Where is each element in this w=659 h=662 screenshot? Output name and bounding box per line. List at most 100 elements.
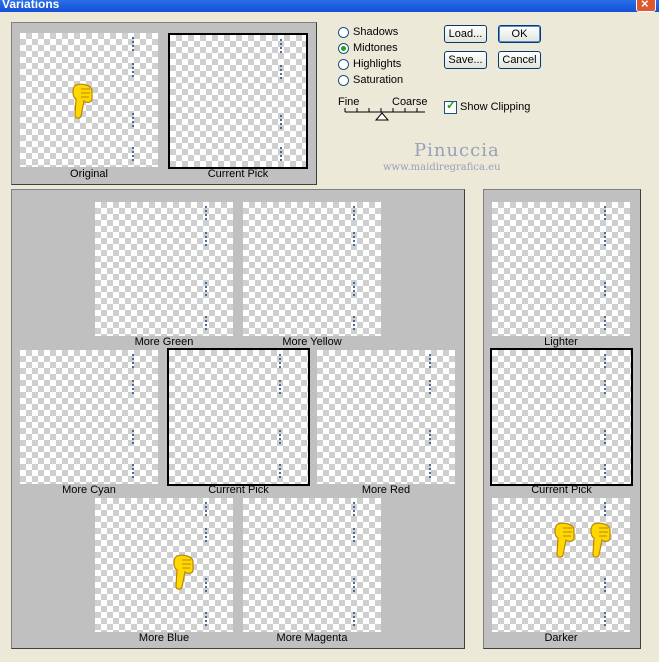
cancel-button[interactable]: Cancel <box>498 51 541 69</box>
clipping-marks <box>604 282 606 296</box>
more-magenta-label: More Magenta <box>276 632 348 644</box>
top-preview-panel: Original Current Pick <box>11 22 317 185</box>
clipping-marks <box>132 63 134 79</box>
current-pick-label-brightness: Current Pick <box>531 484 592 496</box>
show-clipping-label: Show Clipping <box>460 101 531 113</box>
current-pick-label-color: Current Pick <box>208 484 269 496</box>
clipping-marks <box>353 282 355 296</box>
clipping-marks <box>604 430 606 444</box>
clipping-marks <box>604 206 606 220</box>
radio-saturation-circle[interactable] <box>338 74 349 86</box>
clipping-marks <box>353 528 355 544</box>
radio-highlights-label: Highlights <box>353 58 402 70</box>
clipping-marks <box>132 380 134 396</box>
more-red-thumbnail[interactable] <box>317 350 455 484</box>
current-pick-label-top: Current Pick <box>207 168 269 180</box>
radio-shadows[interactable]: Shadows <box>338 25 398 39</box>
check-icon: ✓ <box>446 98 457 112</box>
clipping-marks <box>205 578 207 592</box>
clipping-marks <box>353 206 355 220</box>
radio-saturation[interactable]: Saturation <box>338 73 403 87</box>
clipping-marks <box>205 282 207 296</box>
clipping-marks <box>429 464 431 478</box>
more-blue-label: More Blue <box>138 632 190 644</box>
clipping-marks <box>280 147 282 161</box>
color-variations-panel: More Green More Yellow More Cyan Current… <box>11 189 465 649</box>
fine-coarse-slider[interactable] <box>343 106 427 122</box>
slider-thumb <box>374 112 390 121</box>
clipping-marks <box>280 39 282 53</box>
more-yellow-thumbnail[interactable] <box>243 202 381 336</box>
close-icon: × <box>641 0 649 11</box>
clipping-marks <box>604 232 606 248</box>
watermark-url: www.maidiregrafica.eu <box>383 162 501 173</box>
pointing-hand-icon <box>72 83 93 119</box>
original-label: Original <box>70 168 108 180</box>
more-red-label: More Red <box>361 484 411 496</box>
radio-midtones-label: Midtones <box>353 42 398 54</box>
clipping-marks <box>205 528 207 544</box>
clipping-marks <box>132 430 134 444</box>
clipping-marks <box>353 612 355 626</box>
more-cyan-thumbnail[interactable] <box>20 350 158 484</box>
watermark-name: Pinuccia <box>414 140 500 161</box>
clipping-marks <box>429 354 431 368</box>
show-clipping-checkbox[interactable]: ✓ <box>444 98 457 114</box>
close-button[interactable]: × <box>636 0 656 12</box>
clipping-marks <box>604 502 606 516</box>
clipping-marks <box>429 380 431 396</box>
clipping-marks <box>604 354 606 368</box>
radio-highlights[interactable]: Highlights <box>338 57 401 71</box>
radio-shadows-label: Shadows <box>353 26 399 38</box>
lighter-label: Lighter <box>544 336 578 348</box>
clipping-marks <box>604 612 606 626</box>
radio-highlights-circle[interactable] <box>338 58 349 70</box>
clipping-marks <box>280 65 282 81</box>
clipping-marks <box>132 113 134 127</box>
title-bar: Variations × <box>0 0 659 12</box>
darker-thumbnail[interactable] <box>492 498 630 632</box>
radio-midtones[interactable]: Midtones <box>338 41 398 55</box>
radio-midtones-circle[interactable] <box>338 42 349 54</box>
clipping-marks <box>279 380 281 396</box>
save-button[interactable]: Save... <box>444 51 487 69</box>
clipping-marks <box>279 354 281 368</box>
more-blue-thumbnail[interactable] <box>95 498 233 632</box>
more-yellow-label: More Yellow <box>282 336 342 348</box>
window-title: Variations <box>2 0 60 11</box>
clipping-marks <box>353 502 355 516</box>
clipping-marks <box>604 380 606 396</box>
radio-shadows-circle[interactable] <box>338 26 349 38</box>
clipping-marks <box>205 612 207 626</box>
clipping-marks <box>604 578 606 592</box>
pointing-hand-icon <box>554 522 575 558</box>
clipping-marks <box>205 206 207 220</box>
brightness-panel: Lighter Current Pick Darker <box>483 189 641 649</box>
clipping-marks <box>604 464 606 478</box>
ok-button[interactable]: OK <box>498 25 541 43</box>
darker-label: Darker <box>544 632 578 644</box>
clipping-marks <box>604 316 606 330</box>
load-button[interactable]: Load... <box>444 25 487 43</box>
lighter-thumbnail[interactable] <box>492 202 630 336</box>
clipping-marks <box>353 578 355 592</box>
clipping-marks <box>132 464 134 478</box>
clipping-marks <box>279 430 281 444</box>
clipping-marks <box>279 464 281 478</box>
current-pick-thumbnail-brightness <box>490 348 633 486</box>
clipping-marks <box>132 37 134 51</box>
clipping-marks <box>205 232 207 248</box>
pointing-hand-icon <box>590 522 611 558</box>
more-green-thumbnail[interactable] <box>95 202 233 336</box>
current-pick-thumbnail-top <box>168 33 308 169</box>
clipping-marks <box>132 147 134 161</box>
pointing-hand-icon <box>173 554 194 590</box>
more-cyan-label: More Cyan <box>62 484 116 496</box>
current-pick-thumbnail-color <box>167 348 310 486</box>
more-magenta-thumbnail[interactable] <box>243 498 381 632</box>
more-green-label: More Green <box>134 336 194 348</box>
original-thumbnail <box>20 33 158 167</box>
radio-saturation-label: Saturation <box>353 74 404 86</box>
clipping-marks <box>205 316 207 330</box>
clipping-marks <box>132 354 134 368</box>
